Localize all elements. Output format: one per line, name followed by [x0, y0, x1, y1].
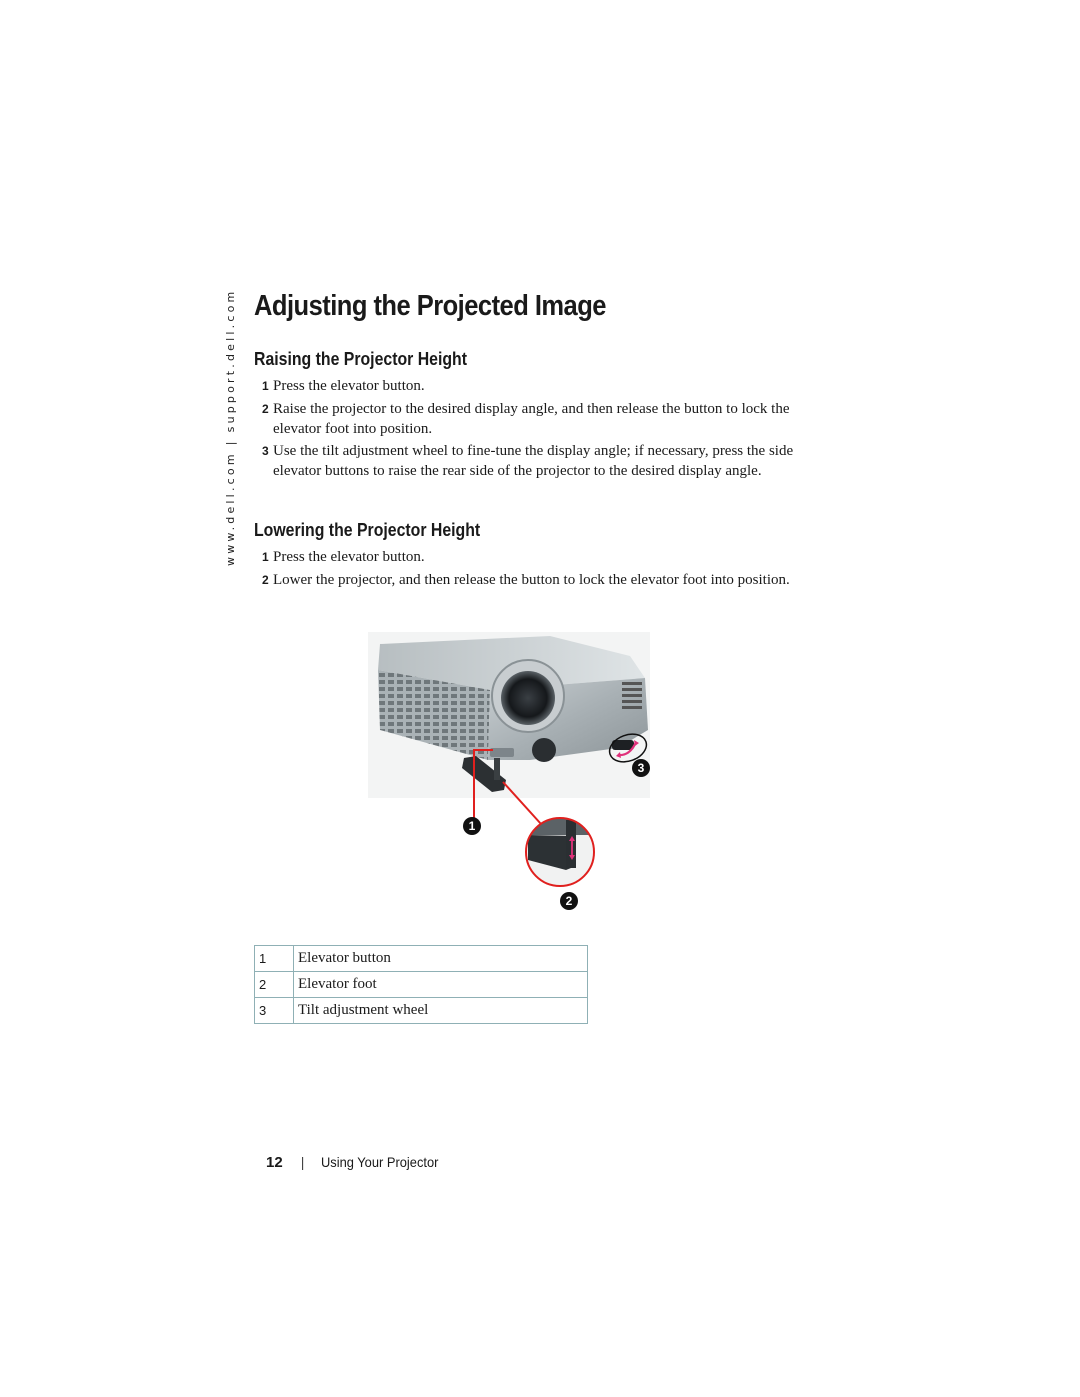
page-title: Adjusting the Projected Image — [254, 290, 606, 322]
step-text: Raise the projector to the desired displ… — [273, 401, 790, 437]
table-row: 1 Elevator button — [254, 945, 588, 972]
focus-knob — [532, 738, 556, 762]
chapter-title: Using Your Projector — [321, 1154, 439, 1170]
step-number: 2 — [262, 402, 269, 416]
legend-number: 3 — [254, 997, 294, 1024]
callout-3-badge: 3 — [632, 759, 650, 777]
legend-number: 1 — [254, 945, 294, 972]
step-text: Use the tilt adjustment wheel to fine-tu… — [273, 443, 794, 479]
step-text: Press the elevator button. — [273, 549, 425, 565]
callout-2-badge: 2 — [560, 892, 578, 910]
lowering-step-2: 2 Lower the projector, and then release t… — [262, 570, 813, 590]
page-footer: 12 | Using Your Projector — [266, 1154, 449, 1171]
table-row: 2 Elevator foot — [254, 971, 588, 998]
side-url-dell: www.dell.com — [224, 451, 237, 566]
step-number: 3 — [262, 444, 269, 458]
step-text: Lower the projector, and then release th… — [273, 572, 790, 588]
projector-figure: 1 2 3 — [360, 630, 660, 920]
step-text: Press the elevator button. — [273, 378, 425, 394]
raising-step-3: 3 Use the tilt adjustment wheel to fine-t… — [262, 441, 813, 481]
step-number: 2 — [262, 573, 269, 587]
lens — [501, 671, 555, 725]
side-url: www.dell.com | support.dell.com — [224, 289, 237, 566]
raising-step-2: 2 Raise the projector to the desired disp… — [262, 399, 813, 439]
legend-label: Elevator button — [293, 945, 588, 972]
projector-illustration — [368, 632, 650, 887]
raising-step-1: 1 Press the elevator button. — [262, 376, 813, 396]
elevator-button — [490, 748, 514, 757]
side-url-support: support.dell.com — [224, 288, 237, 433]
page-number: 12 — [266, 1154, 283, 1171]
side-url-separator: | — [224, 438, 237, 446]
section-heading-lowering: Lowering the Projector Height — [254, 520, 481, 540]
section-heading-raising: Raising the Projector Height — [254, 349, 468, 369]
callout-1-badge: 1 — [463, 817, 481, 835]
legend-label: Tilt adjustment wheel — [293, 997, 588, 1024]
legend-label: Elevator foot — [293, 971, 588, 998]
legend-table: 1 Elevator button 2 Elevator foot 3 Tilt… — [254, 945, 588, 1024]
legend-number: 2 — [254, 971, 294, 998]
lowering-step-1: 1 Press the elevator button. — [262, 547, 813, 567]
table-row: 3 Tilt adjustment wheel — [254, 997, 588, 1024]
step-number: 1 — [262, 379, 269, 393]
footer-separator: | — [300, 1154, 305, 1170]
step-number: 1 — [262, 550, 269, 564]
